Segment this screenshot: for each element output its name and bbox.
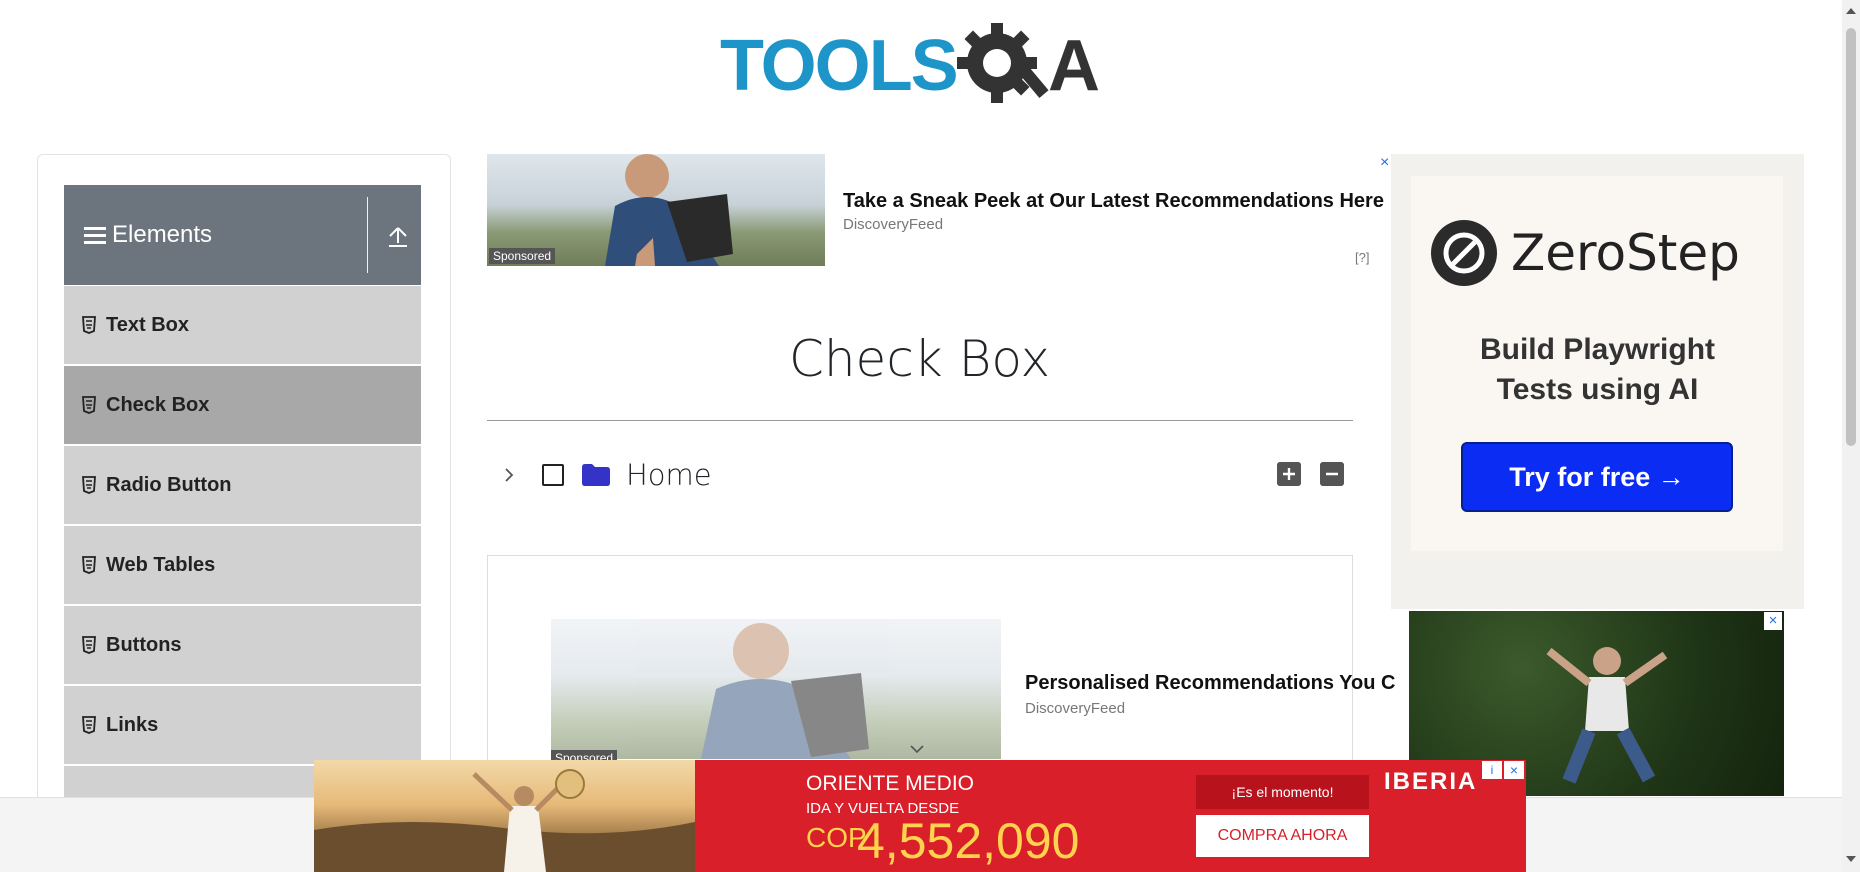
html5-icon [82,396,96,414]
page-title: Check Box [788,330,1051,388]
elements-group-header[interactable]: Elements [64,185,421,285]
menu-icon [84,227,106,244]
zerostep-ad[interactable]: ZeroStep Build Playwright Tests using AI… [1391,154,1804,609]
sponsored-label: Sponsored [489,248,556,264]
html5-icon [82,316,96,334]
zerostep-tagline-line1: Build Playwright [1479,333,1716,366]
chevron-down-icon[interactable] [908,742,926,756]
sidebar-item-web-tables[interactable]: Web Tables [64,526,421,605]
toolsqa-logo[interactable]: TOOLS A [720,18,1125,116]
sidebar-item-label: Links [106,713,159,736]
sidebar-item-text-box[interactable]: Text Box [64,286,421,365]
sidebar-item-label: Check Box [106,393,210,416]
mid-ad-source[interactable]: DiscoveryFeed [1025,700,1125,717]
iberia-destination: ORIENTE MEDIO [806,772,975,795]
try-for-free-button[interactable]: Try for free → [1461,442,1733,512]
iberia-ad-image [314,760,695,872]
ad-close-icon[interactable]: × [1380,154,1389,172]
ad-close-icon[interactable]: × [1764,612,1782,630]
zerostep-brand: ZeroStep [1511,224,1740,282]
html5-icon [82,716,96,734]
mid-ad-image[interactable] [551,619,1001,759]
sidebar-item-buttons[interactable]: Buttons [64,606,421,685]
folder-icon [582,464,610,486]
sidebar-item-links[interactable]: Links [64,686,421,765]
sidebar-item-label: Buttons [106,633,182,656]
sidebar-item-check-box[interactable]: Check Box [64,366,421,445]
html5-icon [82,636,96,654]
expand-all-icon[interactable] [1277,462,1301,486]
group-title: Elements [84,221,212,249]
collapse-upload-icon[interactable] [384,223,412,251]
ad-close-icon[interactable]: × [1504,761,1524,779]
tree-node-label[interactable]: Home [626,458,712,492]
top-sponsored-ad[interactable]: Sponsored Take a Sneak Peek at Our Lates… [487,154,1392,266]
scroll-down-icon[interactable] [1844,852,1858,866]
ad-info-icon[interactable]: i [1482,761,1502,779]
zerostep-tagline: Build Playwright Tests using AI [1391,330,1804,410]
mid-ad-headline[interactable]: Personalised Recommendations You C [1025,672,1395,695]
html5-icon [82,476,96,494]
svg-text:TOOLS: TOOLS [720,26,957,106]
ad-source[interactable]: DiscoveryFeed [843,216,943,233]
scroll-up-icon[interactable] [1844,4,1858,18]
sidebar-item-label: Radio Button [106,473,232,496]
zerostep-tagline-line2: Tests using AI [1496,373,1699,406]
collapse-all-icon[interactable] [1320,462,1344,486]
html5-icon [82,556,96,574]
iberia-price: 4,552,090 [857,813,1080,869]
ad-headline[interactable]: Take a Sneak Peek at Our Latest Recommen… [843,190,1384,213]
svg-text:A: A [1048,26,1100,106]
chevron-right-icon[interactable] [500,466,518,484]
iberia-logo: IBERIA [1384,768,1478,795]
home-checkbox[interactable] [542,464,564,486]
group-title-label: Elements [112,221,213,248]
iberia-ad[interactable]: ORIENTE MEDIO IDA Y VUELTA DESDE COP 4,5… [314,760,1526,872]
header-divider [367,197,368,273]
compra-ahora-button[interactable]: COMPRA AHORA [1196,815,1369,857]
iberia-moment-badge: ¡Es el momento! [1196,775,1369,809]
zerostep-logo-icon [1431,220,1497,286]
ad-info-link[interactable]: [?] [1355,250,1369,265]
sidebar-item-label: Web Tables [106,553,216,576]
sidebar-item-label: Text Box [106,313,189,336]
scrollbar-thumb[interactable] [1846,28,1856,446]
ad-image[interactable]: Sponsored [487,154,825,266]
title-divider [487,420,1353,421]
sidebar-item-radio-button[interactable]: Radio Button [64,446,421,525]
tree-node-home: Home [500,455,712,495]
